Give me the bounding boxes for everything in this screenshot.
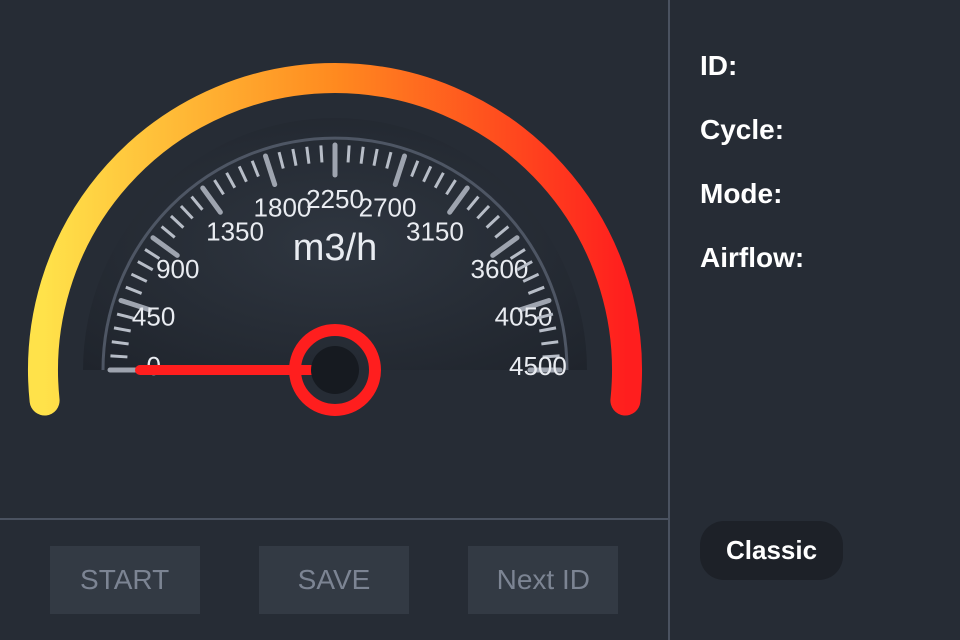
save-button[interactable]: SAVE xyxy=(259,546,409,614)
info-panel: ID: Cycle: Mode: Airflow: Classic xyxy=(670,0,960,640)
cycle-label: Cycle: xyxy=(700,114,784,145)
mode-label: Mode: xyxy=(700,178,782,209)
svg-text:1800: 1800 xyxy=(254,192,312,222)
info-id: ID: xyxy=(700,50,930,82)
style-toggle[interactable]: Classic xyxy=(700,521,843,580)
gauge: 045090013501800225027003150360040504500m… xyxy=(0,0,668,520)
airflow-label: Airflow: xyxy=(700,242,804,273)
svg-text:900: 900 xyxy=(156,254,199,284)
svg-text:2250: 2250 xyxy=(306,184,364,214)
info-airflow: Airflow: xyxy=(700,242,930,274)
info-mode: Mode: xyxy=(700,178,930,210)
svg-text:450: 450 xyxy=(132,301,175,331)
svg-text:m3/h: m3/h xyxy=(293,227,377,269)
id-label: ID: xyxy=(700,50,737,81)
svg-text:4500: 4500 xyxy=(509,351,567,381)
left-pane: 045090013501800225027003150360040504500m… xyxy=(0,0,670,640)
info-cycle: Cycle: xyxy=(700,114,930,146)
start-button[interactable]: START xyxy=(50,546,200,614)
button-bar: START SAVE Next ID xyxy=(0,520,668,640)
svg-text:3150: 3150 xyxy=(406,216,464,246)
next-id-button[interactable]: Next ID xyxy=(468,546,618,614)
gauge-dial: 045090013501800225027003150360040504500m… xyxy=(0,0,670,518)
